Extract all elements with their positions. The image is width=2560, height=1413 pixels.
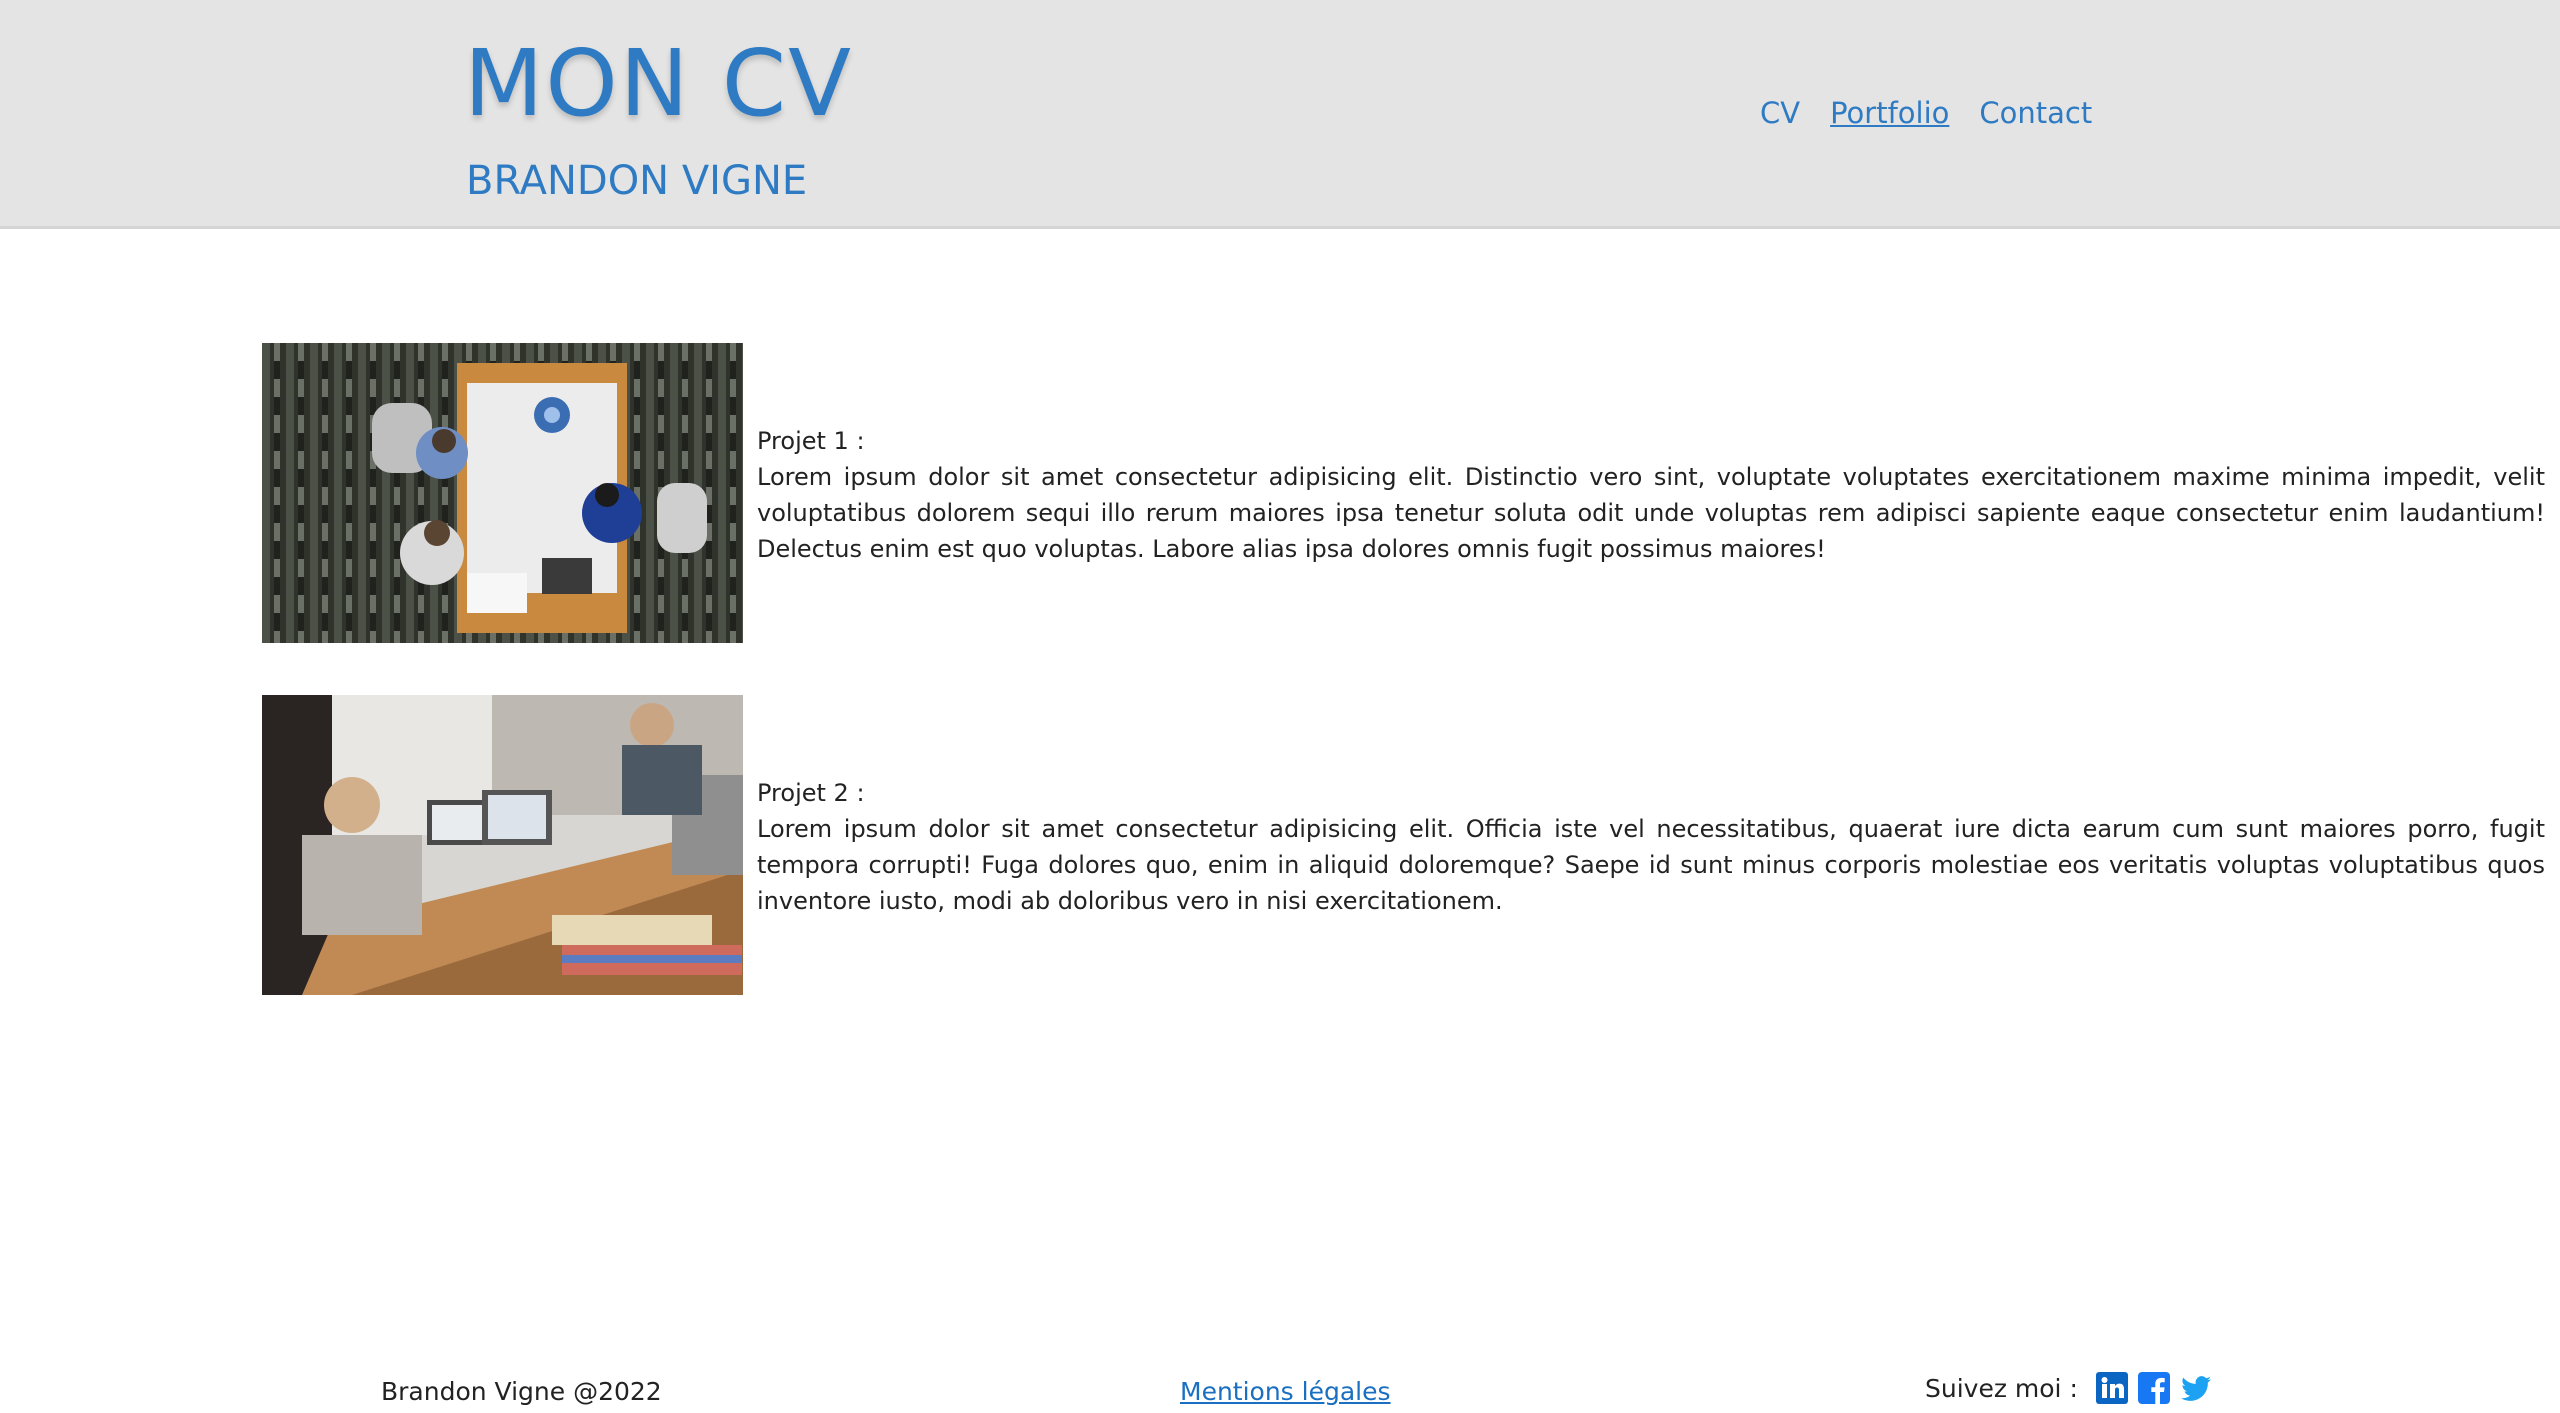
site-subtitle: BRANDON VIGNE: [466, 158, 808, 204]
twitter-icon[interactable]: [2180, 1372, 2212, 1404]
linkedin-icon[interactable]: [2095, 1372, 2128, 1404]
main-nav: CV Portfolio Contact: [1760, 96, 2092, 130]
social-follow: Suivez moi :: [1925, 1372, 2212, 1404]
nav-link-portfolio[interactable]: Portfolio: [1830, 96, 1949, 130]
project-1-title: Projet 1 :: [757, 427, 865, 455]
site-title: MON CV: [464, 30, 854, 137]
page: MON CV BRANDON VIGNE CV Portfolio Contac…: [0, 0, 2560, 1413]
project-2-image: [262, 695, 743, 995]
project-2-text: Projet 2 : Lorem ipsum dolor sit amet co…: [757, 775, 2545, 919]
project-card-1: Projet 1 : Lorem ipsum dolor sit amet co…: [262, 343, 2545, 643]
legal-notice-link[interactable]: Mentions légales: [1180, 1377, 1391, 1406]
project-1-description: Lorem ipsum dolor sit amet consectetur a…: [757, 463, 2545, 563]
project-2-title: Projet 2 :: [757, 779, 865, 807]
project-1-image: [262, 343, 743, 643]
follow-label: Suivez moi :: [1925, 1373, 2078, 1403]
site-header: MON CV BRANDON VIGNE CV Portfolio Contac…: [0, 0, 2560, 229]
office-meeting-photo: [262, 343, 743, 643]
team-laptops-photo: [262, 695, 743, 995]
nav-link-contact[interactable]: Contact: [1979, 96, 2092, 130]
project-card-2: Projet 2 : Lorem ipsum dolor sit amet co…: [262, 695, 2545, 995]
facebook-icon[interactable]: [2137, 1372, 2170, 1404]
project-2-description: Lorem ipsum dolor sit amet consectetur a…: [757, 815, 2545, 915]
footer-copyright: Brandon Vigne @2022: [381, 1377, 662, 1406]
nav-link-cv[interactable]: CV: [1760, 96, 1800, 130]
project-1-text: Projet 1 : Lorem ipsum dolor sit amet co…: [757, 423, 2545, 567]
